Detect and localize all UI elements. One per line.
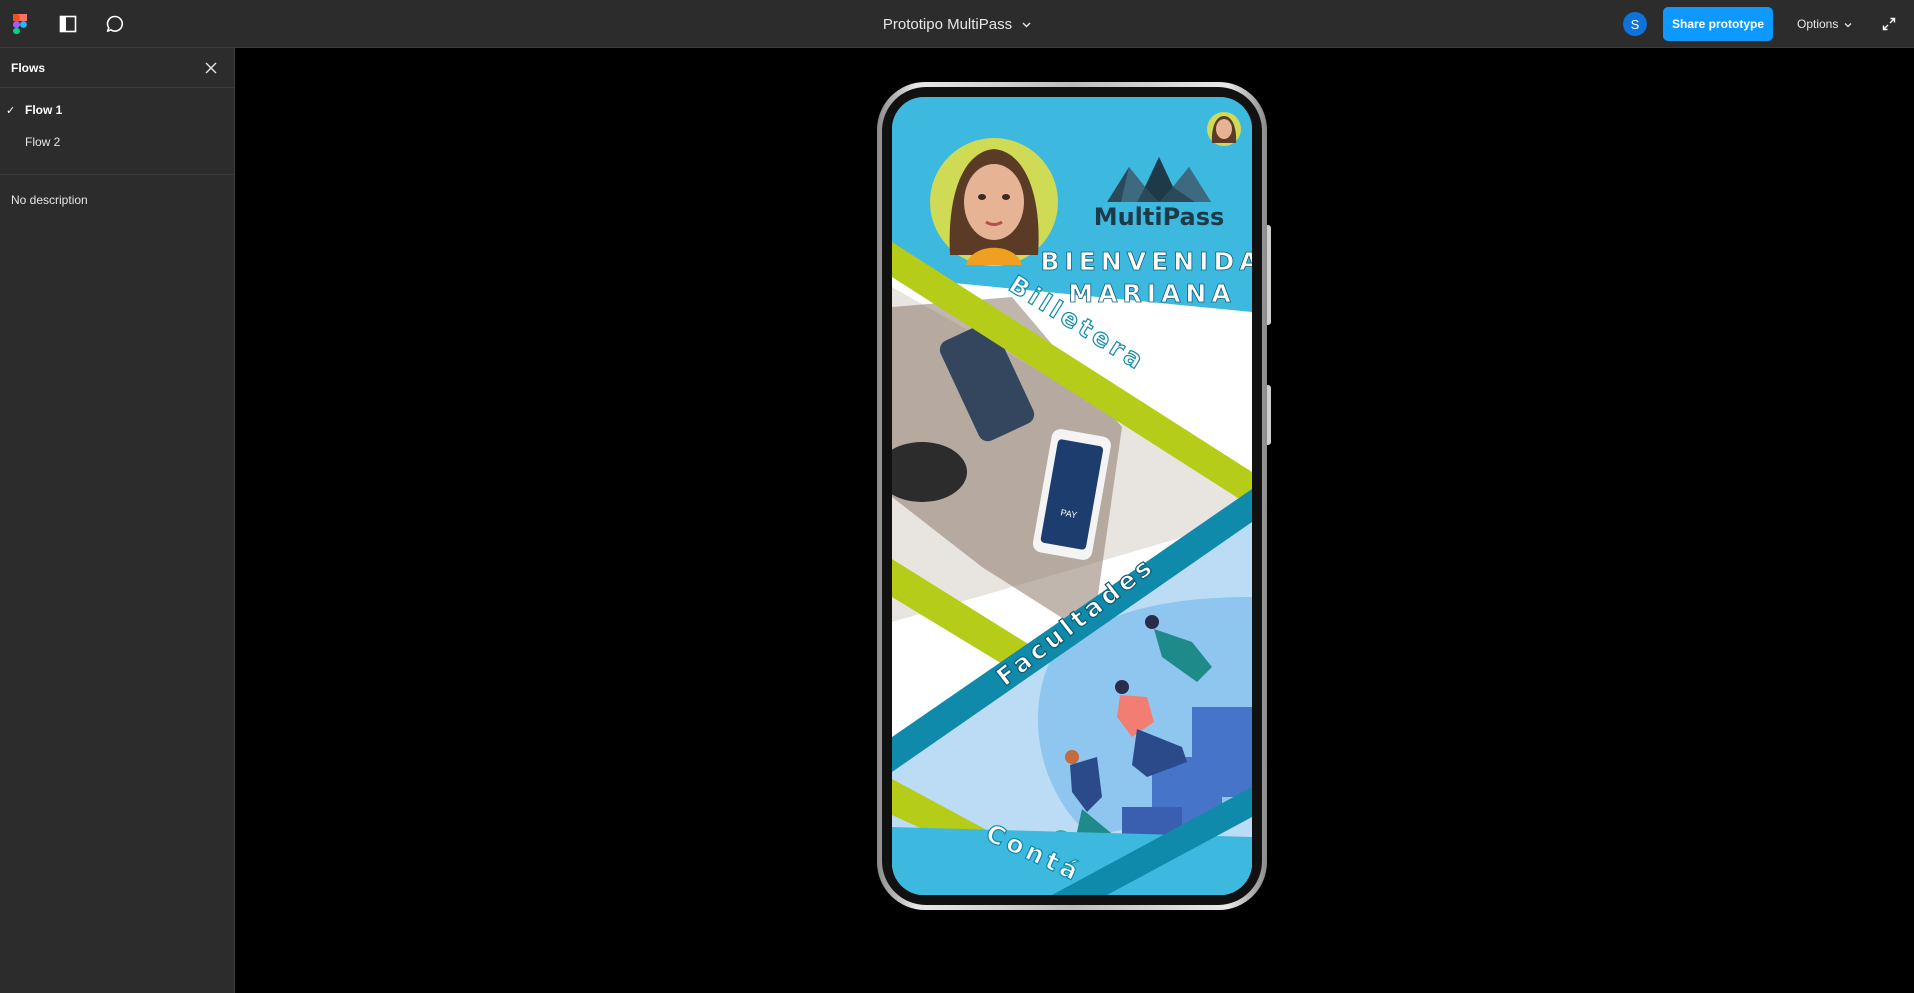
person-head bbox=[1115, 680, 1129, 694]
brand-name: MultiPass bbox=[1094, 203, 1225, 231]
chevron-down-icon[interactable] bbox=[1022, 15, 1031, 33]
flow-item-2[interactable]: Flow 2 bbox=[0, 127, 234, 157]
options-menu-button[interactable]: Options bbox=[1797, 7, 1852, 41]
avatar-face bbox=[964, 164, 1024, 240]
options-label: Options bbox=[1797, 17, 1839, 31]
prototype-title[interactable]: Prototipo MultiPass bbox=[883, 16, 1012, 33]
top-bar: Prototipo MultiPass S Share prototype Op… bbox=[0, 0, 1914, 48]
flows-panel: Flows ✓ Flow 1 Flow 2 No description bbox=[0, 48, 235, 993]
checkmark-icon: ✓ bbox=[6, 104, 16, 117]
chevron-down-icon bbox=[1844, 17, 1852, 31]
welcome-line-1: BIENVENIDA bbox=[1040, 247, 1252, 276]
divider bbox=[0, 174, 234, 175]
flow-label: Flow 2 bbox=[25, 135, 61, 149]
device-bezel: PAY Billetera Facultades Contá MultiPass… bbox=[882, 87, 1262, 905]
share-prototype-button[interactable]: Share prototype bbox=[1663, 7, 1773, 41]
close-icon[interactable] bbox=[201, 58, 221, 78]
comment-icon[interactable] bbox=[103, 12, 127, 36]
expand-icon[interactable] bbox=[1877, 12, 1901, 36]
flow-item-1[interactable]: ✓ Flow 1 bbox=[0, 95, 234, 125]
person-head bbox=[1065, 750, 1079, 764]
figma-logo-icon[interactable] bbox=[8, 12, 32, 36]
flow-description: No description bbox=[11, 193, 88, 207]
welcome-line-2: MARIANA bbox=[1068, 279, 1235, 308]
flows-panel-header: Flows bbox=[0, 48, 234, 88]
person-head bbox=[1145, 615, 1159, 629]
flows-panel-title: Flows bbox=[11, 61, 46, 75]
avatar[interactable]: S bbox=[1623, 12, 1647, 36]
sidebar-toggle-icon[interactable] bbox=[56, 12, 80, 36]
flow-label: Flow 1 bbox=[25, 103, 63, 117]
prototype-screen[interactable]: PAY Billetera Facultades Contá MultiPass… bbox=[892, 97, 1252, 895]
prototype-device-frame: PAY Billetera Facultades Contá MultiPass… bbox=[877, 82, 1267, 910]
